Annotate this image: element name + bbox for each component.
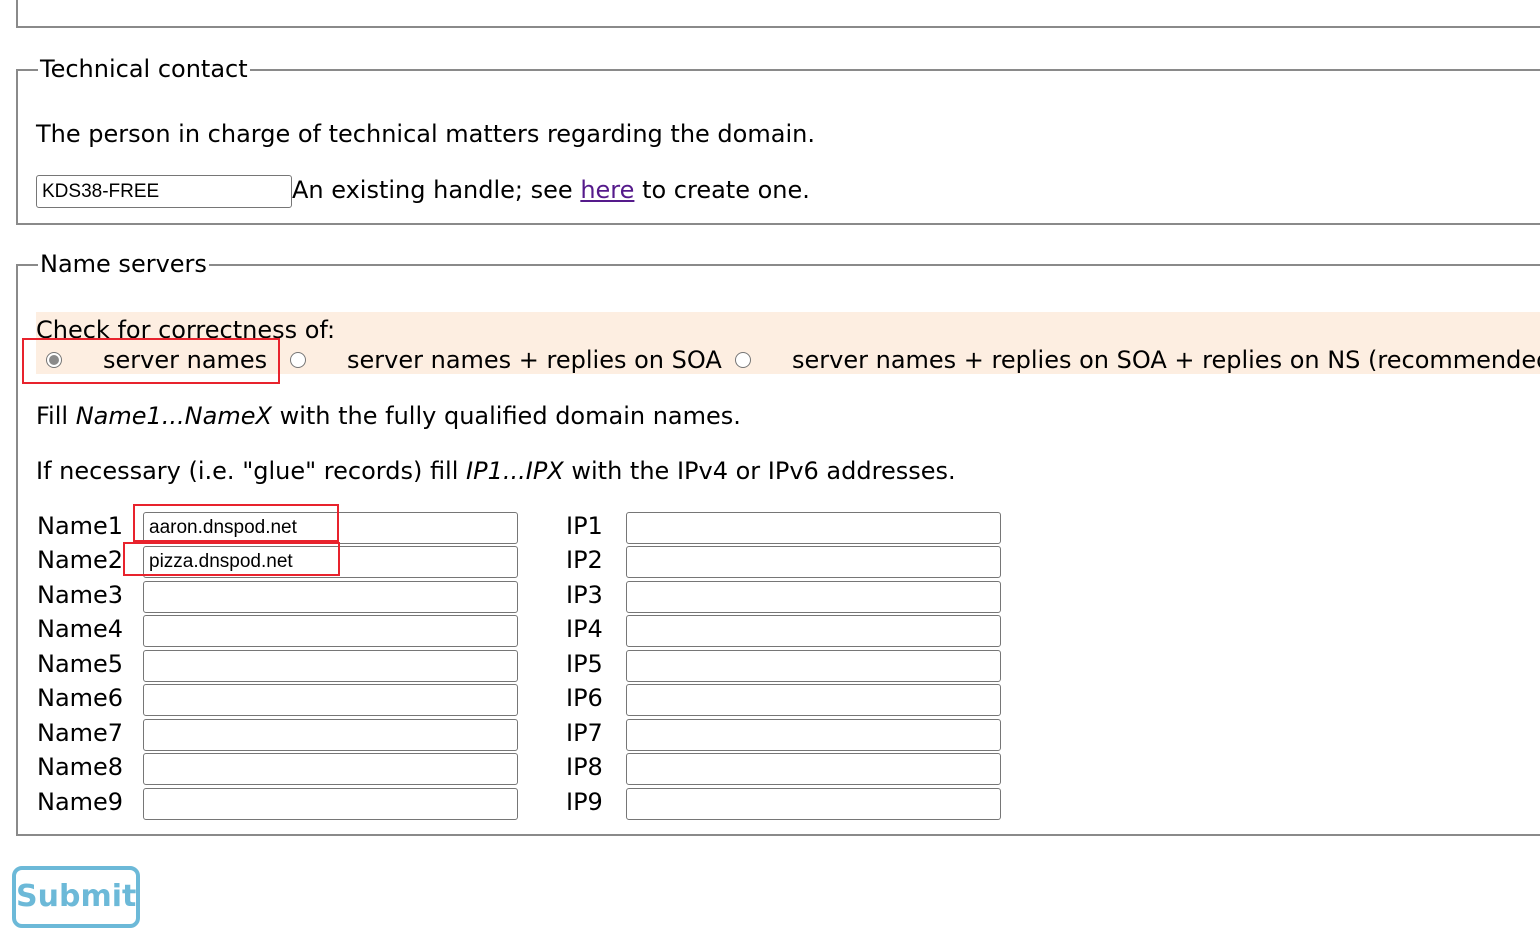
ip4-label: IP4 (566, 615, 603, 643)
fill-suffix: with the fully qualified domain names. (279, 402, 741, 430)
name3-input[interactable] (143, 581, 518, 613)
create-handle-link[interactable]: here (580, 176, 634, 204)
glue-suffix: with the IPv4 or IPv6 addresses. (571, 457, 956, 485)
name8-input[interactable] (143, 753, 518, 785)
technical-contact-legend: Technical contact (38, 54, 250, 84)
ip6-label: IP6 (566, 684, 603, 712)
submit-button[interactable]: Submit (12, 866, 140, 928)
radio-replies-ns[interactable] (735, 352, 751, 368)
name5-input[interactable] (143, 650, 518, 682)
ip2-input[interactable] (626, 546, 1001, 578)
ip3-label: IP3 (566, 581, 603, 609)
highlight-server-names-option (22, 338, 280, 384)
name5-label: Name5 (37, 650, 124, 678)
name7-input[interactable] (143, 719, 518, 751)
ip1-input[interactable] (626, 512, 1001, 544)
name3-label: Name3 (37, 581, 124, 609)
ip5-label: IP5 (566, 650, 603, 678)
technical-contact-description: The person in charge of technical matter… (36, 120, 815, 148)
name6-label: Name6 (37, 684, 124, 712)
handle-hint-suffix: to create one. (642, 176, 810, 204)
ip1-label: IP1 (566, 512, 603, 540)
highlight-name1-value (133, 504, 339, 542)
name6-input[interactable] (143, 684, 518, 716)
glue-prefix: If necessary (i.e. "glue" records) fill (36, 457, 459, 485)
name-servers-legend: Name servers (38, 249, 209, 279)
name1-label: Name1 (37, 512, 124, 540)
ip9-input[interactable] (626, 788, 1001, 820)
name9-input[interactable] (143, 788, 518, 820)
technical-handle-input[interactable] (36, 175, 292, 208)
ip5-input[interactable] (626, 650, 1001, 682)
highlight-name2-value (123, 542, 340, 576)
name4-input[interactable] (143, 615, 518, 647)
name8-label: Name8 (37, 753, 124, 781)
radio-replies-ns-label: server names + replies on SOA + replies … (792, 346, 1540, 374)
ip8-label: IP8 (566, 753, 603, 781)
name4-label: Name4 (37, 615, 124, 643)
name7-label: Name7 (37, 719, 124, 747)
glue-instruction: If necessary (i.e. "glue" records) fill … (36, 456, 956, 486)
radio-replies-soa[interactable] (290, 352, 306, 368)
handle-hint-prefix: An existing handle; see (292, 176, 573, 204)
fill-names-instruction: Fill Name1...NameX with the fully qualif… (36, 401, 741, 431)
ip8-input[interactable] (626, 753, 1001, 785)
ip6-input[interactable] (626, 684, 1001, 716)
radio-replies-soa-label: server names + replies on SOA (347, 346, 722, 374)
glue-italic: IP1...IPX (466, 457, 564, 485)
previous-fieldset (16, 0, 1540, 28)
fill-italic: Name1...NameX (75, 402, 272, 430)
name2-label: Name2 (37, 546, 124, 574)
ip4-input[interactable] (626, 615, 1001, 647)
technical-contact-fieldset: Technical contact The person in charge o… (16, 54, 1540, 225)
fill-prefix: Fill (36, 402, 69, 430)
ip3-input[interactable] (626, 581, 1001, 613)
ip7-input[interactable] (626, 719, 1001, 751)
ip7-label: IP7 (566, 719, 603, 747)
name9-label: Name9 (37, 788, 124, 816)
ip2-label: IP2 (566, 546, 603, 574)
ip9-label: IP9 (566, 788, 603, 816)
handle-hint: An existing handle; see here to create o… (292, 175, 810, 205)
